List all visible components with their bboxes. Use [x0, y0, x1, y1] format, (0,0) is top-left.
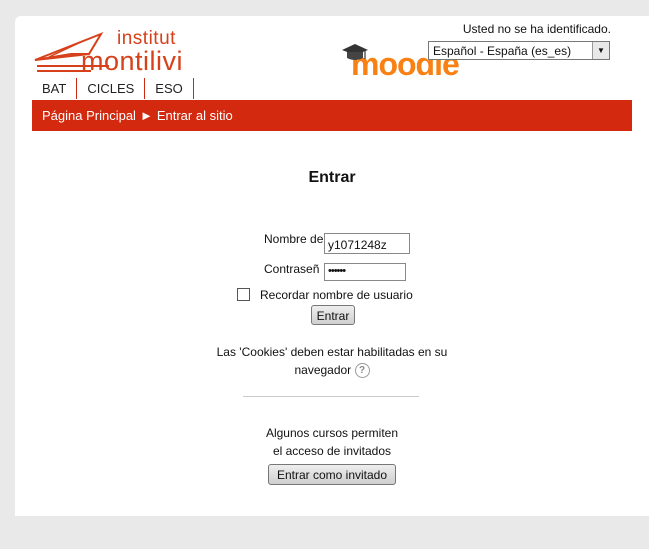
- username-label: Nombre de: [264, 232, 324, 246]
- divider: [243, 396, 419, 397]
- guest-notice-line1: Algunos cursos permiten: [265, 426, 399, 440]
- breadcrumb-home-link[interactable]: Página Principal: [42, 108, 136, 123]
- chevron-down-icon: ▼: [592, 42, 609, 59]
- breadcrumb-current: Entrar al sitio: [156, 108, 233, 123]
- breadcrumb: Página Principal ► Entrar al sitio: [32, 100, 632, 131]
- institut-logo[interactable]: institut montilivi: [31, 26, 191, 81]
- help-icon[interactable]: ?: [354, 363, 370, 379]
- page-title: Entrar: [308, 169, 356, 186]
- guest-login-button[interactable]: Entrar como invitado: [268, 464, 396, 485]
- main-nav: BAT CICLES ESO: [32, 78, 194, 100]
- password-field[interactable]: ••••••: [324, 263, 406, 281]
- remember-username-label: Recordar nombre de usuario: [260, 288, 413, 302]
- graduation-cap-icon: [342, 44, 368, 60]
- breadcrumb-separator-icon: ►: [139, 108, 153, 123]
- cookies-notice-line1: Las 'Cookies' deben estar habilitadas en…: [216, 345, 448, 359]
- cookies-notice: Las 'Cookies' deben estar habilitadas en…: [15, 343, 649, 379]
- logo-line-montilivi: montilivi: [81, 46, 184, 76]
- login-button[interactable]: Entrar: [311, 305, 355, 325]
- guest-notice-line2: el acceso de invitados: [272, 444, 392, 458]
- nav-item-eso[interactable]: ESO: [145, 78, 194, 99]
- guest-access-notice: Algunos cursos permiten el acceso de inv…: [15, 424, 649, 460]
- cookies-notice-line2-text: navegador: [294, 363, 352, 377]
- page-container: institut montilivi moodle Usted no se ha…: [15, 16, 649, 516]
- language-select[interactable]: Español - España (es_es) ▼: [428, 41, 610, 60]
- nav-item-cicles[interactable]: CICLES: [77, 78, 146, 99]
- login-info-text: Usted no se ha identificado.: [462, 22, 611, 36]
- cookies-notice-line2: navegador ?: [15, 361, 649, 379]
- remember-username-checkbox[interactable]: [237, 288, 250, 301]
- password-label: Contraseñ: [264, 262, 320, 276]
- username-field[interactable]: y1071248z: [324, 233, 410, 254]
- language-selected-value: Español - España (es_es): [433, 44, 572, 58]
- nav-item-bat[interactable]: BAT: [32, 78, 78, 99]
